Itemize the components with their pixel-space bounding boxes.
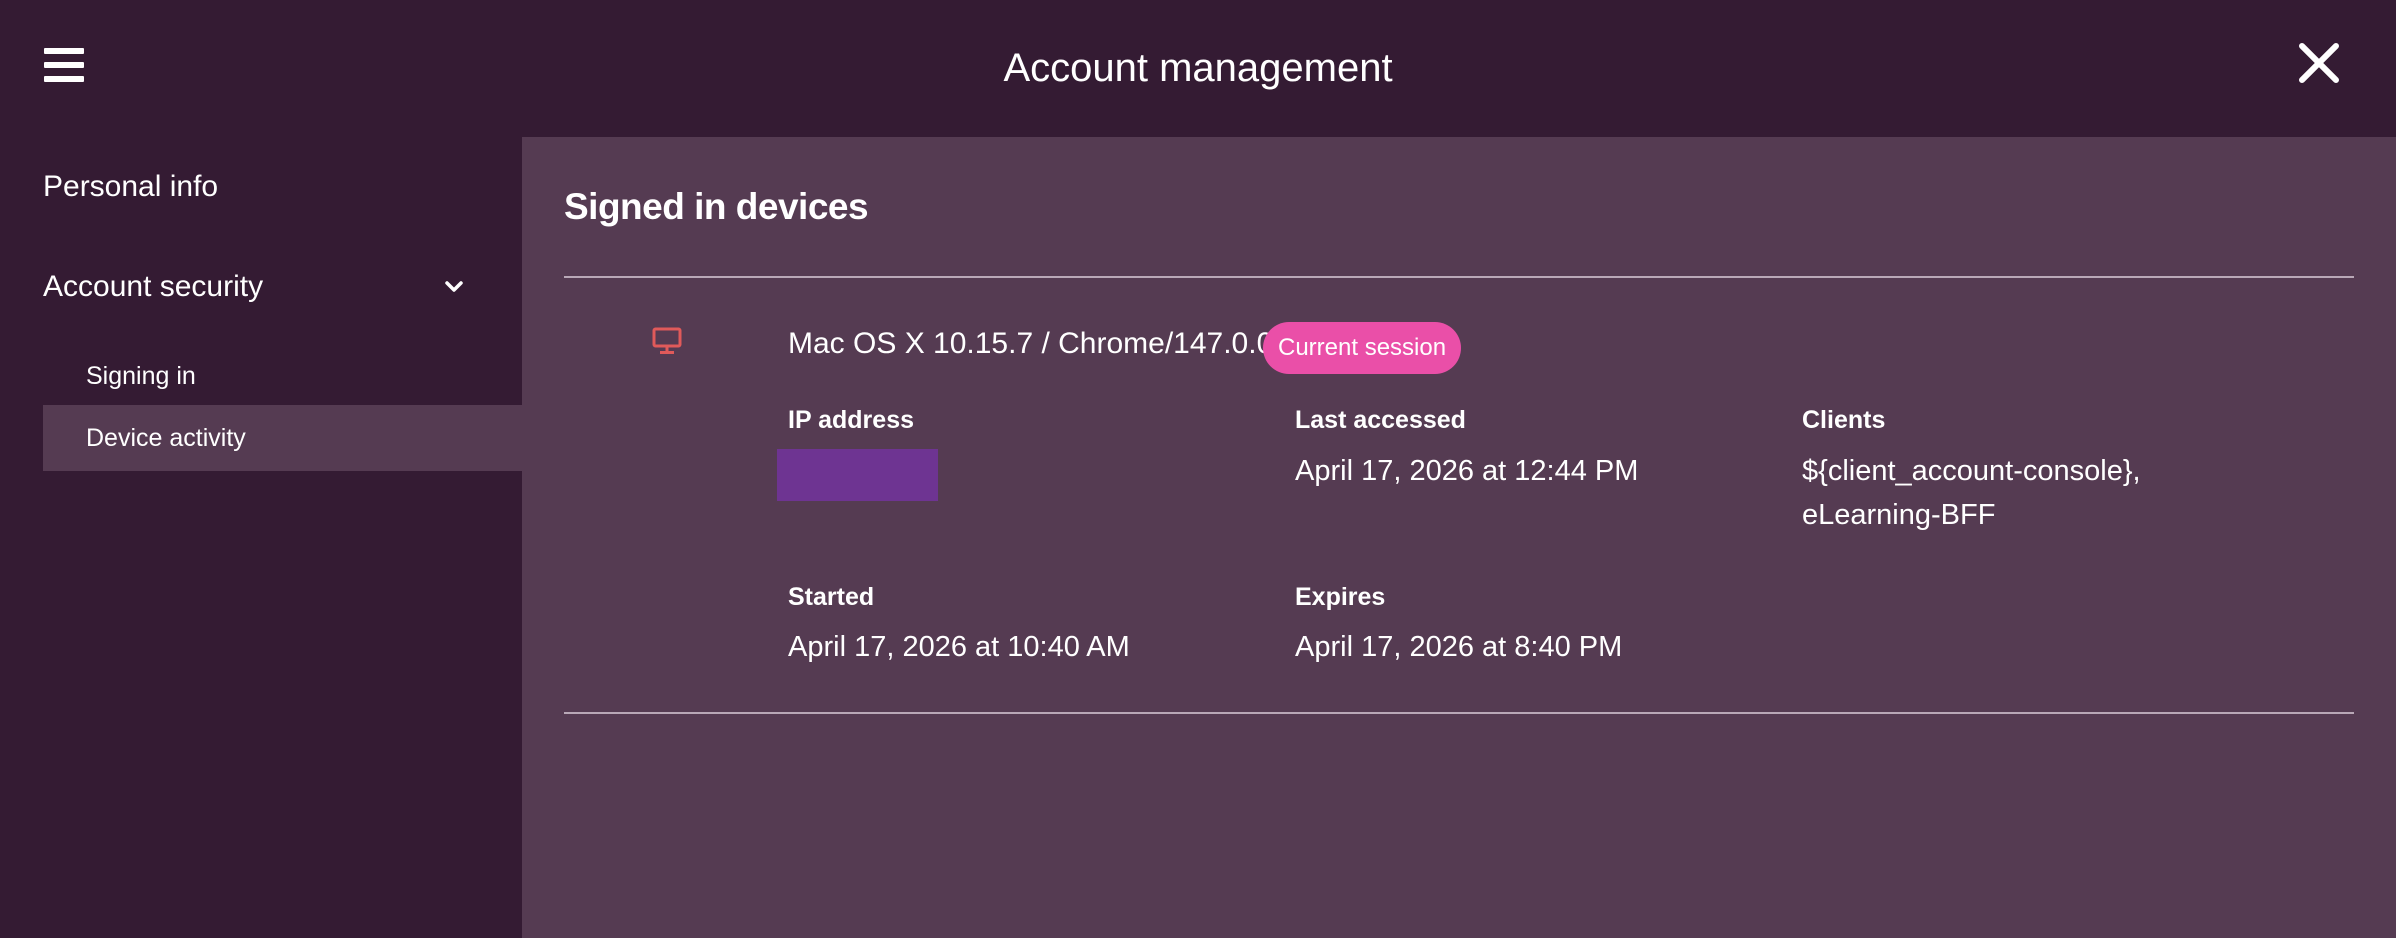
sidebar-nav: Personal info Account security Signing i… [0, 137, 522, 938]
started-value: April 17, 2026 at 10:40 AM [788, 631, 1130, 663]
app-title: Account management [1003, 46, 1393, 90]
clients-label: Clients [1802, 406, 1886, 434]
expires-value: April 17, 2026 at 8:40 PM [1295, 631, 1623, 663]
clients-value-line-1: ${client_account-console}, [1802, 455, 2141, 487]
expires-label: Expires [1295, 583, 1386, 611]
ip-address-value-redacted [777, 449, 938, 501]
close-icon-svg [2299, 43, 2339, 83]
sidebar-item-personal-info[interactable]: Personal info [43, 169, 218, 205]
chevron-down-icon [445, 281, 463, 292]
main-content: Signed in devices Mac OS X 10.15.7 / Chr… [522, 137, 2396, 938]
divider [564, 712, 2354, 714]
sidebar-item-label: Account security [43, 270, 264, 303]
ip-address-label: IP address [788, 406, 915, 434]
page-title: Signed in devices [564, 186, 869, 227]
sidebar-item-account-security[interactable]: Account security [43, 269, 463, 305]
started-label: Started [788, 583, 875, 611]
clients-value-line-2: eLearning-BFF [1802, 499, 1996, 531]
last-accessed-label: Last accessed [1295, 406, 1466, 434]
current-session-badge: Current session [1263, 322, 1462, 374]
divider [564, 276, 2354, 278]
device-name: Mac OS X 10.15.7 / Chrome/147.0.0 [788, 327, 1274, 360]
sidebar-subitem-device-activity[interactable]: Device activity [43, 405, 522, 471]
close-icon[interactable] [2298, 42, 2340, 84]
sidebar-subitem-signing-in[interactable]: Signing in [43, 343, 522, 409]
last-accessed-value: April 17, 2026 at 12:44 PM [1295, 455, 1639, 487]
top-header: Account management [0, 0, 2396, 137]
desktop-icon [652, 327, 682, 354]
